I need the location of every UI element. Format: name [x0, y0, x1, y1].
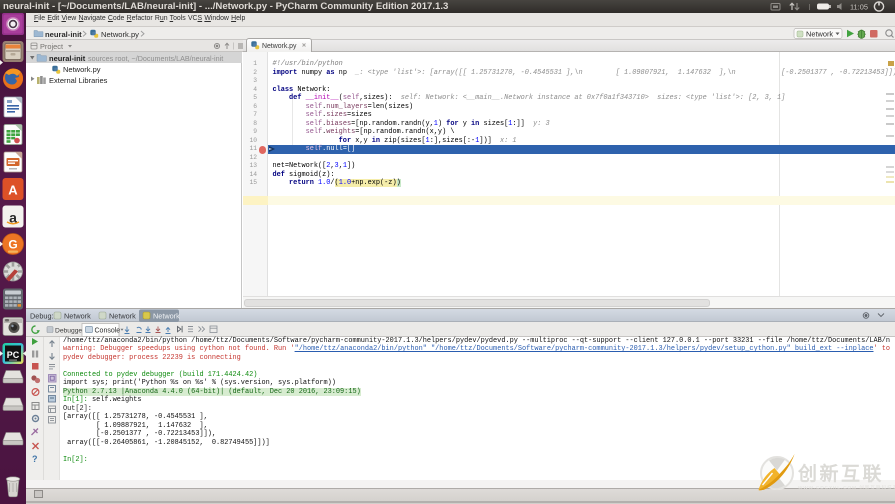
svg-text:neural-init: neural-init: [49, 54, 86, 63]
svg-text:11:05: 11:05: [850, 2, 868, 11]
svg-text:Network.py: Network.py: [63, 65, 101, 74]
svg-text:Network.py: Network.py: [101, 30, 139, 39]
svg-text:Network: Network: [64, 311, 91, 320]
svg-text:Debug:: Debug:: [30, 311, 54, 320]
svg-text:Network: Network: [806, 30, 833, 39]
svg-text:Network: Network: [153, 311, 180, 320]
svg-text:Console: Console: [95, 327, 121, 334]
svg-text:sources root, ~/Documents/LAB/: sources root, ~/Documents/LAB/neural-ini…: [88, 54, 223, 63]
svg-text:Network.py: Network.py: [262, 43, 297, 50]
svg-text:G: G: [8, 238, 17, 252]
svg-text:neural-init: neural-init: [45, 30, 82, 39]
svg-text:A: A: [8, 183, 18, 198]
svg-text:创新互联: 创新互联: [797, 462, 884, 485]
svg-text:WWW.CDCXHL.COM 创新互联科技有限公司: WWW.CDCXHL.COM 创新互联科技有限公司: [798, 484, 895, 491]
svg-text:Project: Project: [40, 42, 63, 51]
svg-text:External Libraries: External Libraries: [49, 76, 108, 85]
svg-text:?: ?: [32, 454, 38, 464]
svg-text:PC: PC: [7, 350, 20, 360]
svg-text:Network: Network: [109, 311, 136, 320]
svg-text:Debugger: Debugger: [55, 327, 85, 334]
